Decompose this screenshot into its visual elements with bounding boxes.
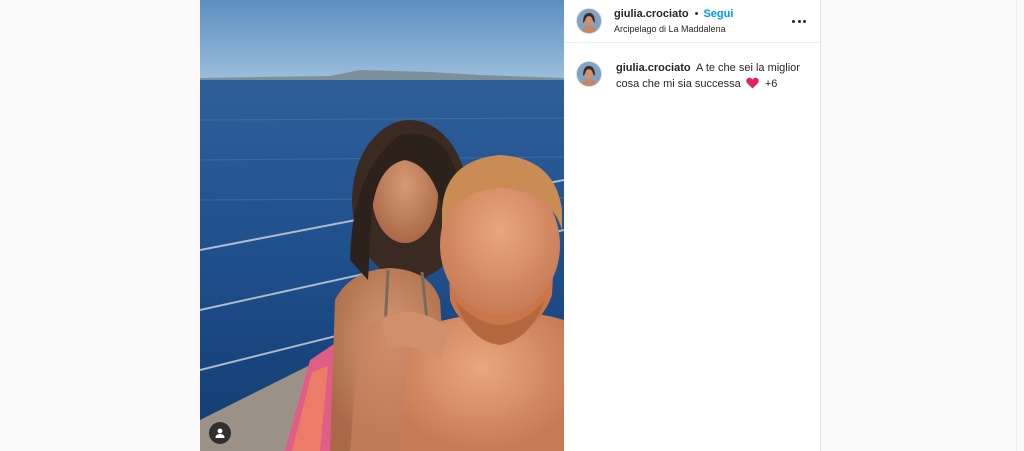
header-text: giulia.crociato • Segui Arcipelago di La… — [614, 7, 733, 36]
caption-text-block: giulia.crociato A te che sei la miglior … — [616, 60, 806, 92]
author-username[interactable]: giulia.crociato — [614, 7, 689, 21]
page: giulia.crociato • Segui Arcipelago di La… — [0, 0, 1024, 451]
avatar-image — [577, 62, 601, 86]
caption-avatar[interactable] — [576, 61, 602, 87]
author-avatar[interactable] — [576, 8, 602, 34]
post-sidebar: giulia.crociato • Segui Arcipelago di La… — [564, 0, 820, 451]
post-header: giulia.crociato • Segui Arcipelago di La… — [564, 0, 820, 43]
post-modal: giulia.crociato • Segui Arcipelago di La… — [200, 0, 821, 451]
user-tag-icon — [215, 428, 225, 438]
more-options-icon-dot — [797, 19, 801, 23]
separator-dot: • — [694, 7, 699, 20]
post-location[interactable]: Arcipelago di La Maddalena — [614, 22, 733, 36]
page-edge-divider — [1016, 0, 1017, 451]
user-tag-button[interactable] — [209, 422, 231, 444]
photo-image — [200, 0, 564, 451]
avatar-image — [577, 9, 601, 33]
more-options-icon-dot — [803, 19, 806, 23]
red-heart-icon — [745, 77, 759, 89]
follow-button[interactable]: Segui — [703, 7, 733, 21]
caption-suffix: +6 — [764, 78, 778, 90]
caption-comment: giulia.crociato A te che sei la miglior … — [564, 43, 820, 92]
more-options-icon-dot — [792, 19, 795, 23]
post-photo[interactable] — [200, 0, 564, 451]
more-options-button[interactable] — [792, 14, 806, 28]
caption-username[interactable]: giulia.crociato — [616, 62, 691, 74]
